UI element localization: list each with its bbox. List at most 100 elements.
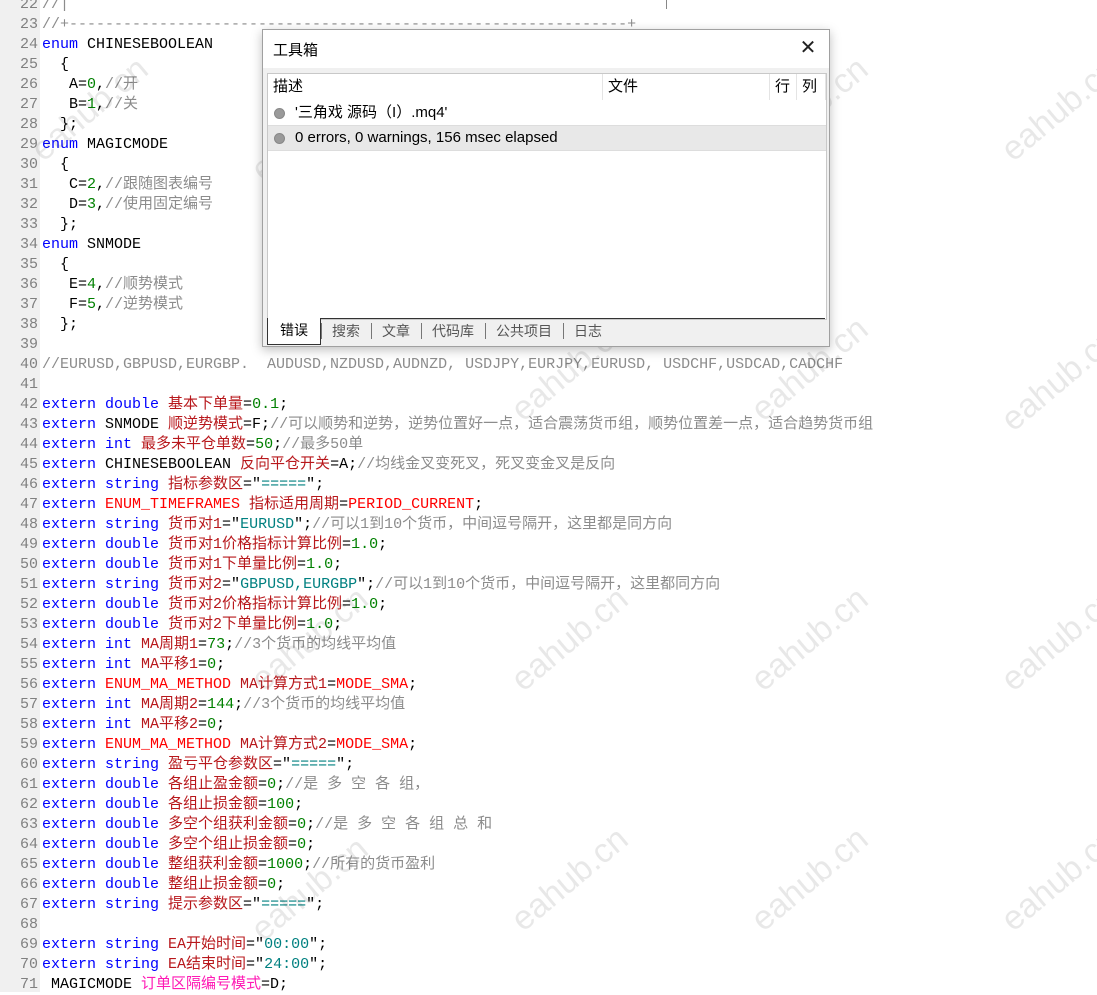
code-line[interactable]: 59 extern ENUM_MA_METHOD MA计算方式2=MODE_SMA… (0, 735, 1097, 755)
code-token: extern (42, 676, 106, 693)
code-token: = (297, 556, 307, 573)
code-token: = (297, 616, 307, 633)
code-token: ; (216, 716, 226, 733)
toolbox-tabs: 错误 搜索 文章 代码库 公共项目 日志 (267, 318, 825, 345)
toolbox-title: 工具箱 (273, 42, 319, 59)
code-token: 各组止盈金额 (168, 776, 259, 793)
code-token: 多空个组获利金额 (168, 816, 289, 833)
code-token: C= (42, 176, 88, 193)
code-line[interactable]: 69 extern string EA开始时间="00:00"; (0, 935, 1097, 955)
code-line[interactable]: 57 extern int MA周期2=144;//3个货币的均线平均值 (0, 695, 1097, 715)
code-token: MODE_SMA (336, 676, 409, 693)
code-line[interactable]: 53 extern double 货币对2下单量比例=1.0; (0, 615, 1097, 635)
line-number: 65 (19, 856, 38, 873)
code-token: ; (276, 776, 286, 793)
code-token: ; (333, 616, 343, 633)
column-header-file[interactable]: 文件 (603, 74, 770, 100)
tab-3[interactable]: 代码库 (421, 319, 485, 345)
column-header-column[interactable]: 列 (797, 74, 826, 100)
code-line[interactable]: 61 extern double 各组止盈金额=0;//是 多 空 各 组， (0, 775, 1097, 795)
code-token: ; (273, 436, 283, 453)
code-line[interactable]: 47 extern ENUM_TIMEFRAMES 指标适用周期=PERIOD_C… (0, 495, 1097, 515)
code-line[interactable]: 60 extern string 盈亏平仓参数区="====="; (0, 755, 1097, 775)
code-token: //3个货币的均线平均值 (234, 636, 397, 653)
code-line[interactable]: 22 //| (0, 0, 1097, 15)
line-number: 23 (19, 16, 38, 33)
code-token: }; (42, 316, 79, 333)
code-line[interactable]: 58 extern int MA平移2=0; (0, 715, 1097, 735)
code-line[interactable]: 52 extern double 货币对2价格指标计算比例=1.0; (0, 595, 1097, 615)
line-number: 32 (19, 196, 38, 213)
code-token: "; (306, 476, 325, 493)
code-token: //逆势模式 (105, 296, 184, 313)
close-icon[interactable]: ✕ (797, 37, 819, 59)
tab-5[interactable]: 日志 (563, 319, 613, 345)
tab-1[interactable]: 搜索 (321, 319, 371, 345)
line-number: 62 (19, 796, 38, 813)
code-line[interactable]: 66 extern double 整组止损金额=0; (0, 875, 1097, 895)
code-line[interactable]: 67 extern string 提示参数区="====="; (0, 895, 1097, 915)
column-header-description[interactable]: 描述 (268, 74, 603, 100)
code-line[interactable]: 40//EURUSD,GBPUSD,EURGBP. AUDUSD,NZDUSD,… (0, 355, 1097, 375)
code-line[interactable]: 49 extern double 货币对1价格指标计算比例=1.0; (0, 535, 1097, 555)
code-token: ENUM_MA_METHOD (105, 736, 241, 753)
code-token: 144 (207, 696, 235, 713)
toolbox-title-bar[interactable]: 工具箱 ✕ (263, 30, 829, 68)
code-line[interactable]: 68 (0, 915, 1097, 935)
code-token: 0 (207, 656, 217, 673)
line-number: 35 (19, 256, 38, 273)
code-token: 基本下单量 (168, 396, 244, 413)
code-token: ; (306, 816, 316, 833)
code-token: ; (225, 636, 235, 653)
code-line[interactable]: 48 extern string 货币对1="EURUSD";//可以1到10个货… (0, 515, 1097, 535)
code-token: =A; (330, 456, 358, 473)
code-token: "; (306, 896, 325, 913)
code-line[interactable]: 55 extern int MA平移1=0; (0, 655, 1097, 675)
tab-2[interactable]: 文章 (371, 319, 421, 345)
code-token: 货币对1下单量比例 (168, 556, 298, 573)
code-token: extern double (42, 596, 169, 613)
code-token: 5 (87, 296, 97, 313)
code-line[interactable]: 41 (0, 375, 1097, 395)
code-token: , (96, 276, 106, 293)
code-token: //可以1到10个货币，中间逗号隔开，这里都同方向 (375, 576, 721, 593)
code-line[interactable]: 65 extern double 整组获利金额=1000;//所有的货币盈利 (0, 855, 1097, 875)
code-token: //开 (105, 76, 139, 93)
code-line[interactable]: 45 extern CHINESEBOOLEAN 反向平仓开关=A;//均线金叉变… (0, 455, 1097, 475)
line-number: 41 (19, 376, 38, 393)
code-line[interactable]: 63 extern double 多空个组获利金额=0;//是 多 空 各 组 总… (0, 815, 1097, 835)
code-token: = (327, 736, 337, 753)
code-token: MA平移2 (141, 716, 199, 733)
line-number: 45 (19, 456, 38, 473)
column-header-line[interactable]: 行 (770, 74, 797, 100)
tab-0[interactable]: 错误 (267, 318, 321, 345)
code-token: extern string (42, 956, 169, 973)
line-number: 56 (19, 676, 38, 693)
message-row[interactable]: '三角戏 源码（I）.mq4' (268, 101, 826, 126)
code-line[interactable]: 50 extern double 货币对1下单量比例=1.0; (0, 555, 1097, 575)
code-token: 24:00 (264, 956, 310, 973)
code-line[interactable]: 54 extern int MA周期1=73;//3个货币的均线平均值 (0, 635, 1097, 655)
code-line[interactable]: 51 extern string 货币对2="GBPUSD,EURGBP";//可… (0, 575, 1097, 595)
code-token: enum (42, 136, 79, 153)
code-line[interactable]: 71 MAGICMODE 订单区隔编号模式=D; (0, 975, 1097, 995)
code-token: =" (243, 476, 262, 493)
tab-4[interactable]: 公共项目 (485, 319, 563, 345)
code-token: ; (234, 696, 244, 713)
code-token: 货币对2价格指标计算比例 (168, 596, 343, 613)
code-token: }; (42, 116, 79, 133)
code-line[interactable]: 42 extern double 基本下单量=0.1; (0, 395, 1097, 415)
code-line[interactable]: 64 extern double 多空个组止损金额=0; (0, 835, 1097, 855)
code-line[interactable]: 46 extern string 指标参数区="====="; (0, 475, 1097, 495)
code-token: 整组获利金额 (168, 856, 259, 873)
line-number: 69 (19, 936, 38, 953)
code-line[interactable]: 44 extern int 最多未平仓单数=50;//最多50单 (0, 435, 1097, 455)
line-number: 28 (19, 116, 38, 133)
code-line[interactable]: 70 extern string EA结束时间="24:00"; (0, 955, 1097, 975)
code-line[interactable]: 62 extern double 各组止损金额=100; (0, 795, 1097, 815)
code-line[interactable]: 56 extern ENUM_MA_METHOD MA计算方式1=MODE_SMA… (0, 675, 1097, 695)
code-line[interactable]: 43 extern SNMODE 顺逆势模式=F;//可以顺势和逆势，逆势位置好一… (0, 415, 1097, 435)
code-token: MA周期1 (141, 636, 199, 653)
code-token: ; (276, 876, 286, 893)
message-row[interactable]: 0 errors, 0 warnings, 156 msec elapsed (268, 126, 826, 151)
